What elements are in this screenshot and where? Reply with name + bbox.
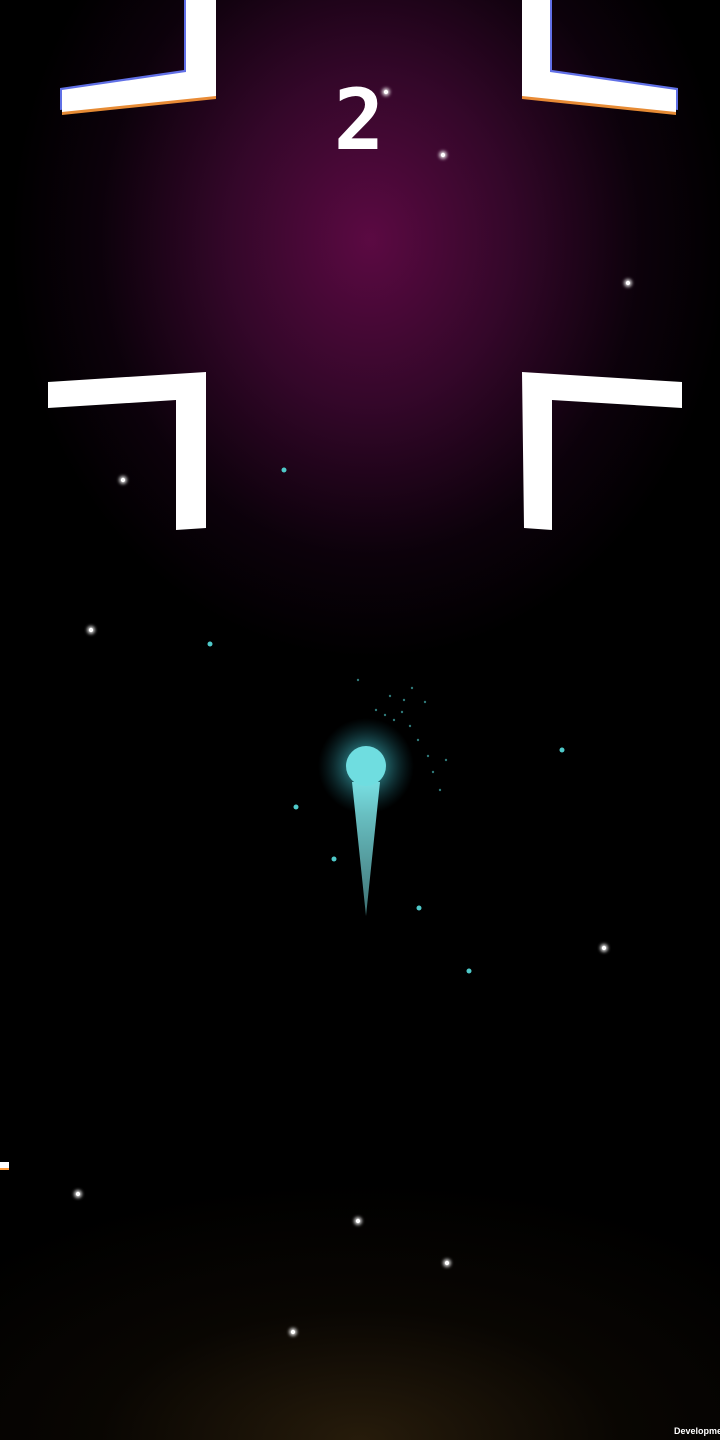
score-counter: 2 — [333, 71, 387, 169]
player-ball — [318, 718, 414, 916]
game-screen[interactable]: 2 Development Build — [0, 0, 720, 1440]
particles — [207, 467, 565, 974]
game-scene — [0, 0, 682, 1336]
wall-top-right — [522, 0, 678, 115]
wall-mid-right — [522, 372, 682, 530]
wall-top-left — [60, 0, 216, 115]
wall-mid-left — [48, 372, 206, 530]
stars — [74, 88, 632, 1336]
development-build-label: Development Build — [674, 1426, 720, 1436]
wall-fragment-left-edge — [0, 1162, 9, 1170]
